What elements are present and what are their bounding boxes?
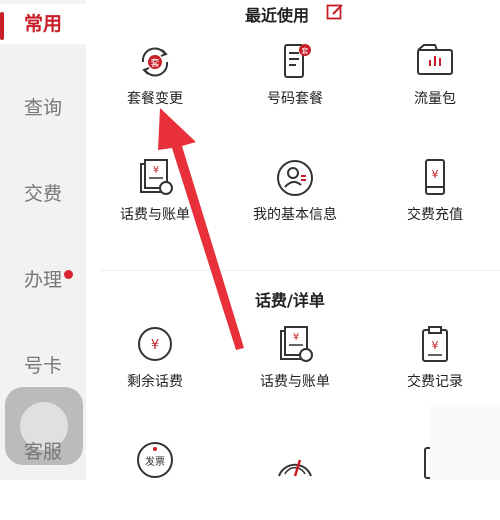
icon-glyph: ¥	[153, 165, 159, 176]
grid-item-label: 话费与账单	[120, 207, 190, 223]
grid-item-recharge[interactable]: ¥ 交费充值	[375, 158, 495, 238]
sidebar: 常用 查询 交费 办理 号卡 客服	[0, 0, 86, 480]
section-divider	[100, 270, 500, 271]
grid-item-package-change[interactable]: 套 套餐变更	[95, 42, 215, 122]
grid-item-label: 我的基本信息	[253, 207, 337, 223]
sidebar-item-payment[interactable]: 交费	[0, 174, 86, 214]
icon-glyph: 发票	[145, 455, 165, 468]
sidebar-item-label: 查询	[24, 97, 63, 119]
grid-item-phone-plan[interactable]: 套 号码套餐	[235, 42, 355, 122]
billing-section-title: 话费/详单	[255, 291, 325, 310]
bill-icon: ¥	[280, 326, 313, 362]
recent-section-title: 最近使用	[245, 6, 310, 25]
notification-dot	[64, 270, 73, 279]
grid-item-label: 套餐变更	[127, 91, 183, 107]
sidebar-item-label: 交费	[24, 183, 63, 205]
icon-glyph: ¥	[432, 339, 439, 352]
phone-plan-icon: 套	[284, 44, 311, 78]
icon-glyph: 套	[150, 57, 159, 69]
grid-item-invoice[interactable]: 发票	[95, 440, 215, 520]
bill-icon: ¥	[140, 159, 173, 195]
grid-item-payment-record[interactable]: ¥ 交费记录	[375, 325, 495, 405]
speed-gauge-icon	[278, 459, 312, 477]
payment-record-icon: ¥	[422, 326, 448, 362]
sidebar-item-handle[interactable]: 办理	[0, 260, 86, 300]
grid-item-speed[interactable]	[235, 440, 355, 520]
package-change-icon: 套	[141, 47, 169, 77]
invoice-icon: 发票	[137, 442, 173, 478]
icon-glyph: 套	[302, 46, 309, 55]
grid-item-label: 号码套餐	[267, 91, 323, 107]
profile-icon	[277, 160, 313, 196]
edit-icon[interactable]	[326, 3, 344, 21]
sidebar-item-query[interactable]: 查询	[0, 88, 86, 128]
grid-item-label: 交费记录	[407, 374, 463, 390]
grid-item-label: 话费与账单	[260, 374, 330, 390]
recharge-icon: ¥	[425, 159, 445, 195]
icon-glyph: ¥	[151, 338, 159, 353]
grid-item-label: 交费充值	[407, 207, 463, 223]
image-smear	[430, 405, 500, 480]
icon-glyph: ¥	[293, 332, 299, 343]
grid-item-data-package[interactable]: 流量包	[375, 42, 495, 122]
grid-item-balance[interactable]: ¥ 剩余话费	[95, 325, 215, 405]
data-package-icon	[417, 44, 453, 75]
sidebar-item-label: 常用	[24, 13, 63, 35]
sidebar-item-label: 客服	[24, 441, 63, 463]
balance-icon: ¥	[138, 327, 172, 361]
grid-item-label: 剩余话费	[127, 374, 183, 390]
grid-item-bill-2[interactable]: ¥ 话费与账单	[235, 325, 355, 405]
sidebar-item-label: 办理	[24, 269, 63, 291]
sidebar-item-label: 号卡	[24, 355, 63, 377]
sidebar-item-common[interactable]: 常用	[0, 4, 86, 44]
grid-item-label: 流量包	[414, 91, 456, 107]
sidebar-item-number-card[interactable]: 号卡	[0, 346, 86, 386]
sidebar-item-service[interactable]: 客服	[0, 432, 86, 472]
grid-item-profile[interactable]: 我的基本信息	[235, 158, 355, 238]
grid-item-bill[interactable]: ¥ 话费与账单	[95, 158, 215, 238]
active-indicator	[0, 12, 4, 40]
icon-glyph: ¥	[432, 168, 439, 181]
